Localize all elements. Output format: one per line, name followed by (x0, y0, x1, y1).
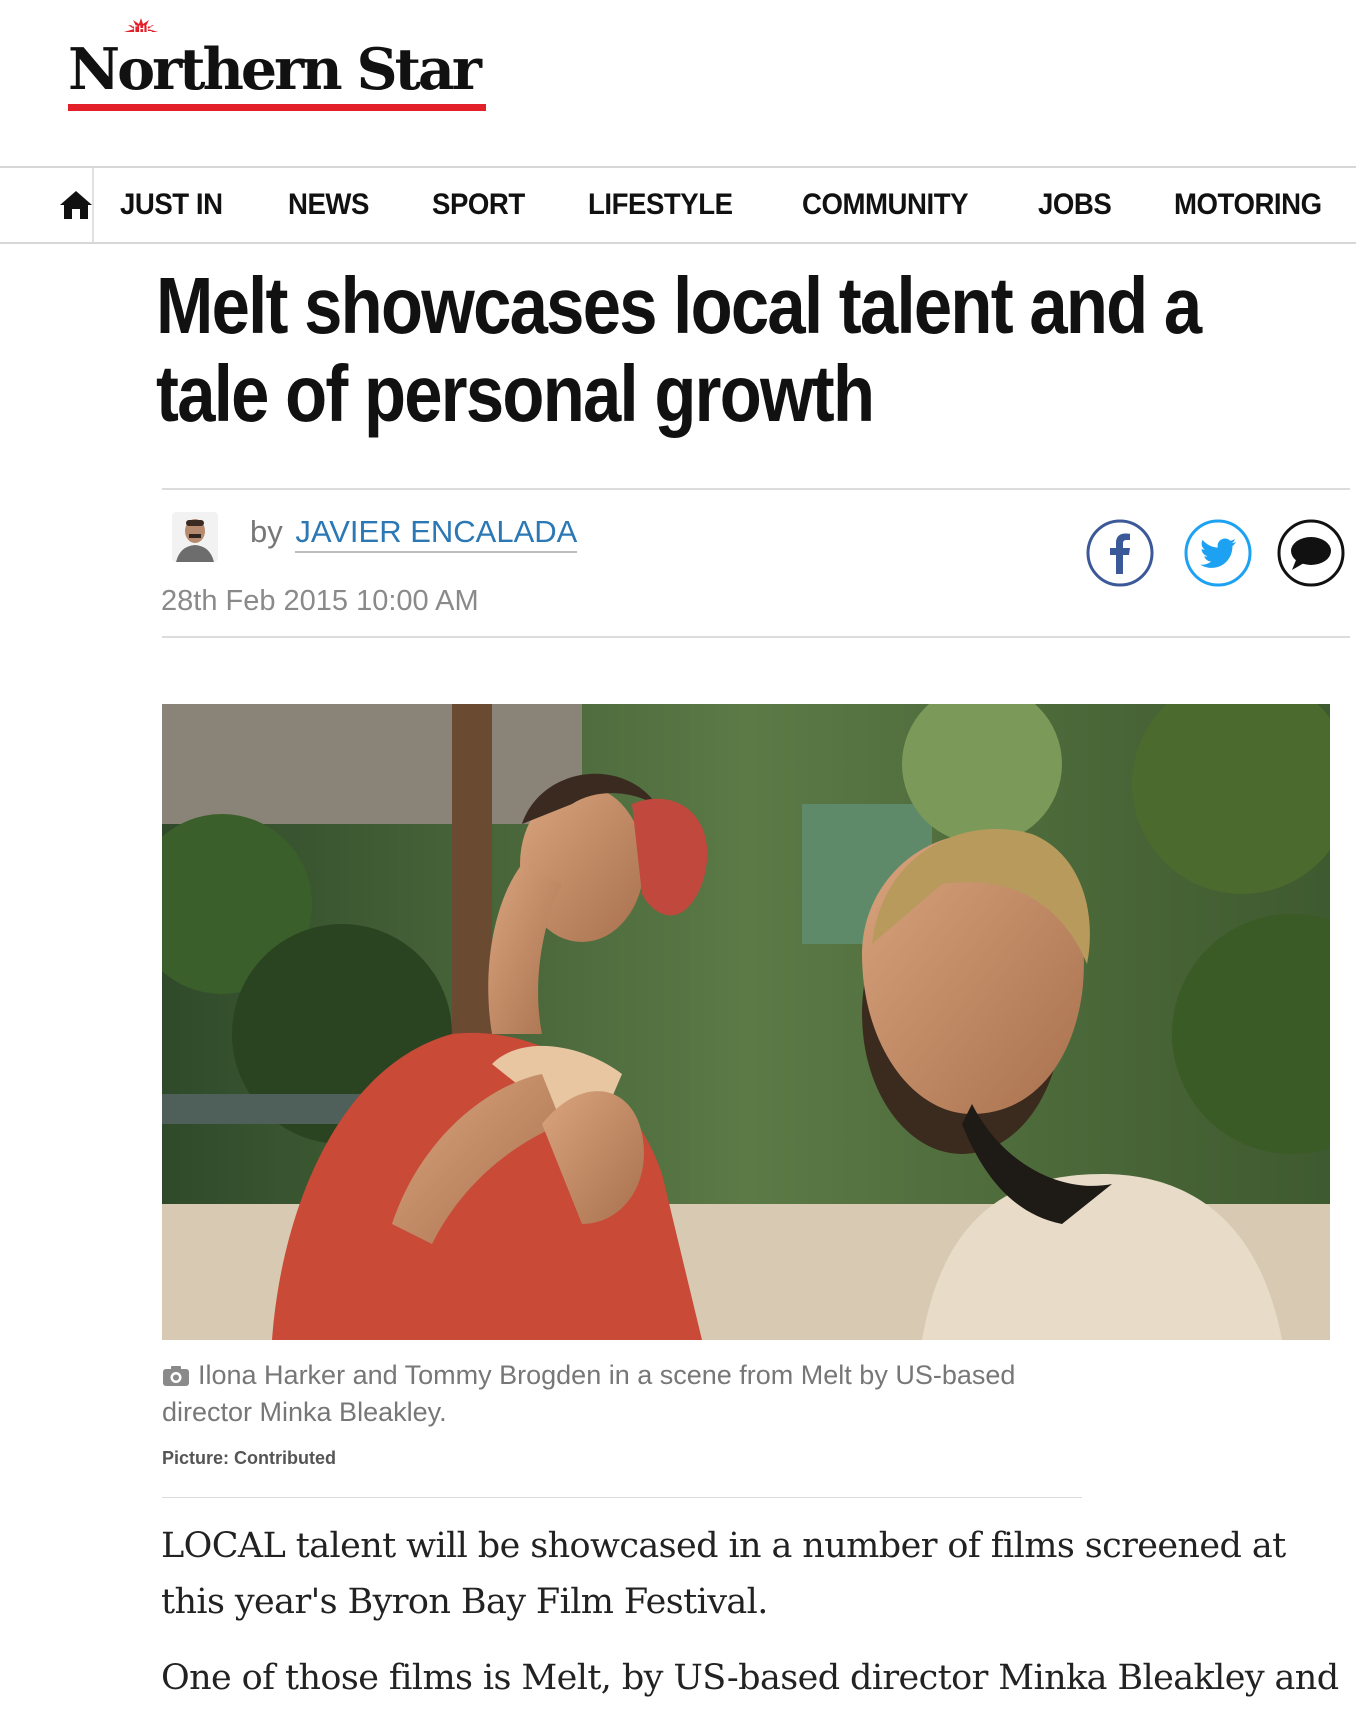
article-paragraph-2: One of those films is Melt, by US-based … (161, 1658, 1339, 1698)
nav-item-community[interactable]: COMMUNITY (802, 188, 969, 222)
share-twitter-button[interactable] (1183, 518, 1253, 588)
headline-line-1: Melt showcases local talent and a (156, 261, 1202, 350)
divider-byline (162, 636, 1350, 638)
nav-home-button[interactable] (0, 168, 94, 242)
site-logo[interactable]: THE Northern Star (68, 18, 488, 111)
headline-line-2: tale of personal growth (156, 349, 875, 438)
article-paragraph-1: LOCAL talent will be showcased in a numb… (161, 1526, 1286, 1622)
share-facebook-button[interactable] (1085, 518, 1155, 588)
byline: by JAVIER ENCALADA (250, 514, 578, 553)
author-avatar[interactable] (172, 512, 218, 562)
caption-text: Ilona Harker and Tommy Brogden in a scen… (162, 1360, 1016, 1427)
nav-item-sport[interactable]: SPORT (432, 188, 525, 222)
nav-item-jobs[interactable]: JOBS (1038, 188, 1112, 222)
article-photo[interactable] (162, 704, 1330, 1340)
publish-date: 28th Feb 2015 10:00 AM (161, 585, 479, 617)
logo-the-label: THE (132, 24, 153, 34)
byline-prefix: by (250, 514, 283, 549)
article-headline: Melt showcases local talent and a tale o… (156, 262, 1306, 438)
main-nav: JUST IN NEWS SPORT LIFESTYLE COMMUNITY J… (0, 166, 1356, 244)
divider-caption (162, 1497, 1082, 1498)
comments-button[interactable] (1276, 518, 1346, 588)
facebook-icon (1086, 519, 1154, 587)
nav-item-news[interactable]: NEWS (288, 188, 369, 222)
logo-wordmark: Northern Star (68, 36, 482, 103)
photo-credit: Picture: Contributed (162, 1448, 336, 1468)
twitter-icon (1184, 519, 1252, 587)
nav-item-just-in[interactable]: JUST IN (120, 188, 223, 222)
comment-icon (1277, 519, 1345, 587)
logo-underline (68, 104, 486, 111)
nav-items: JUST IN NEWS SPORT LIFESTYLE COMMUNITY J… (120, 188, 1356, 222)
nav-item-lifestyle[interactable]: LIFESTYLE (588, 188, 733, 222)
nav-item-motoring[interactable]: MOTORING (1174, 188, 1322, 222)
camera-icon (163, 1366, 189, 1386)
home-icon (60, 191, 92, 219)
author-link[interactable]: JAVIER ENCALADA (295, 514, 578, 553)
photo-caption: Ilona Harker and Tommy Brogden in a scen… (162, 1357, 1062, 1431)
divider-top (162, 488, 1350, 490)
